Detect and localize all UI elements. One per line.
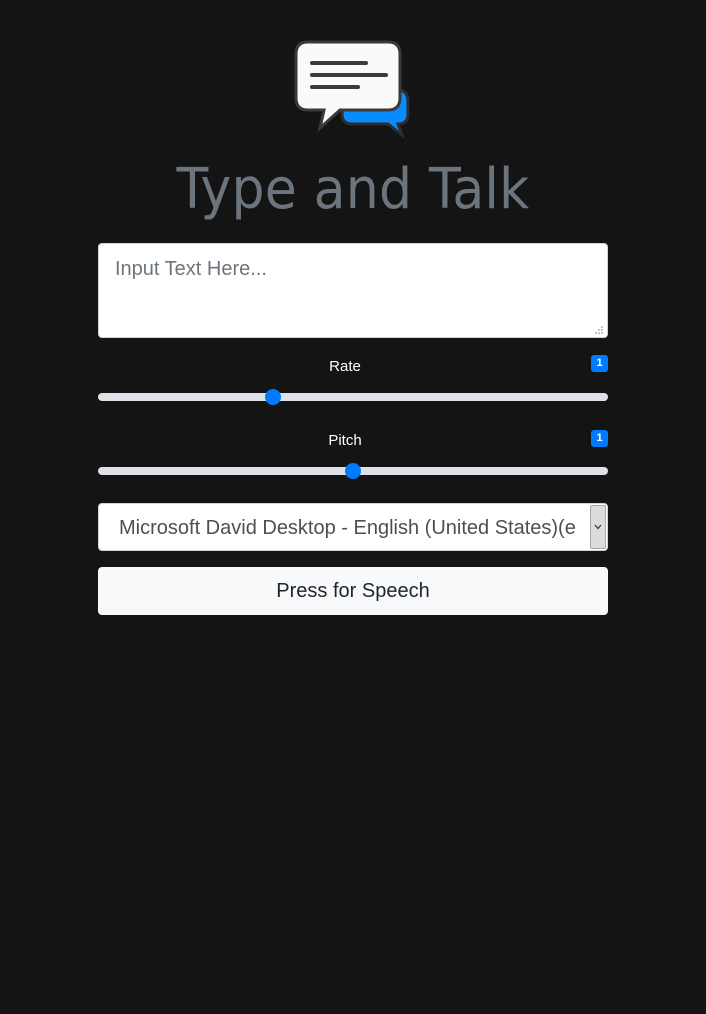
pitch-value-badge: 1: [591, 430, 608, 447]
speech-bubbles-icon: [294, 40, 410, 140]
rate-label: Rate: [329, 358, 361, 375]
select-dropdown-button[interactable]: [590, 505, 606, 549]
resize-grip-icon[interactable]: [594, 325, 604, 335]
pitch-slider-thumb[interactable]: [345, 463, 361, 479]
chevron-down-icon: [594, 524, 602, 530]
text-input[interactable]: [98, 243, 608, 338]
page-title: Type and Talk: [176, 157, 530, 222]
rate-value-badge: 1: [591, 355, 608, 372]
rate-slider-thumb[interactable]: [264, 389, 281, 405]
rate-slider[interactable]: [98, 389, 608, 405]
pitch-label: Pitch: [328, 432, 362, 449]
voice-select-value: Microsoft David Desktop - English (Unite…: [119, 517, 575, 539]
pitch-slider[interactable]: [98, 463, 608, 479]
speak-button[interactable]: Press for Speech: [98, 567, 608, 615]
voice-select[interactable]: Microsoft David Desktop - English (Unite…: [98, 503, 608, 551]
